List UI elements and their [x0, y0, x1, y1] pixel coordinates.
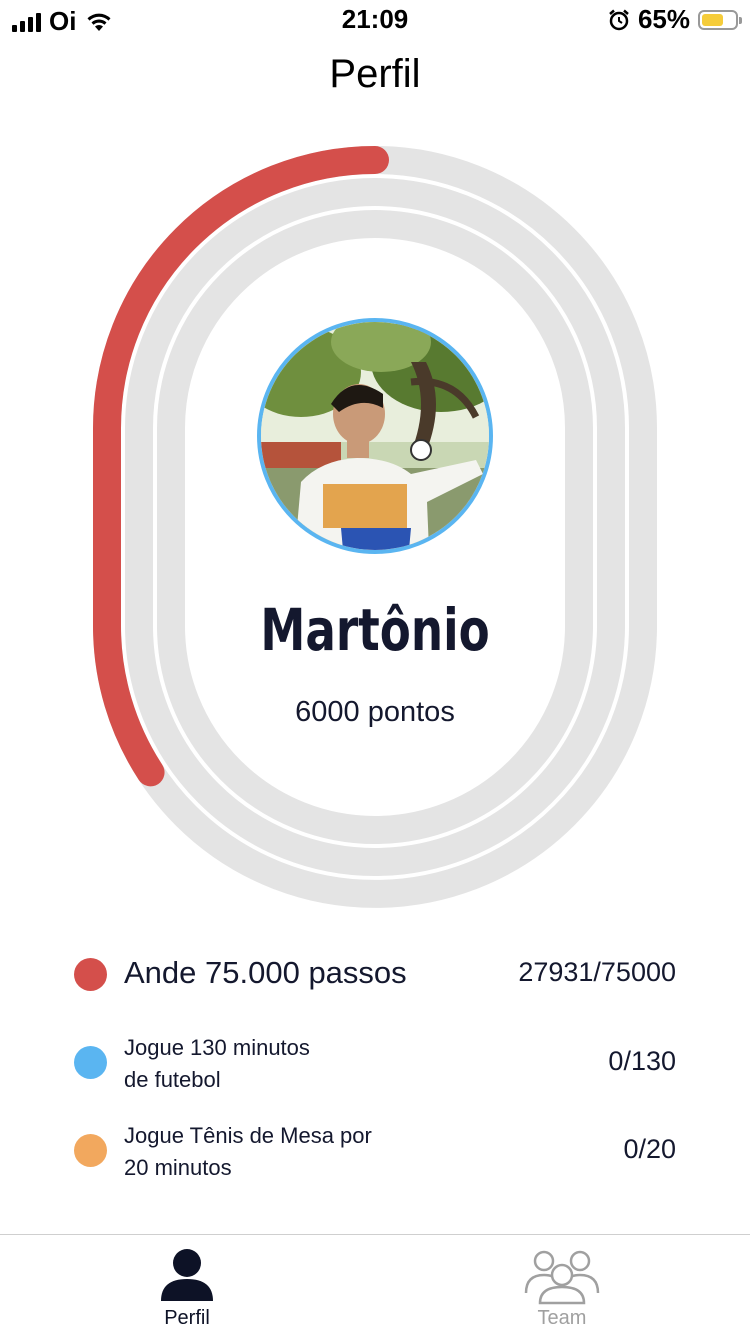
- challenge-label: Ande 75.000 passos: [124, 955, 407, 990]
- team-icon: [524, 1250, 600, 1305]
- challenge-progress: 0/130: [608, 1046, 676, 1076]
- profile-photo: [261, 322, 489, 550]
- person-icon: [161, 1249, 213, 1301]
- tab-perfil[interactable]: Perfil: [87, 1235, 287, 1335]
- tab-label: Perfil: [164, 1307, 210, 1329]
- avatar[interactable]: [257, 318, 493, 554]
- challenge-football[interactable]: Jogue 130 minutos de futebol 0/130: [74, 1032, 676, 1096]
- tab-team[interactable]: Team: [462, 1235, 662, 1335]
- challenge-table-tennis[interactable]: Jogue Tênis de Mesa por 20 minutos 0/20: [74, 1120, 676, 1184]
- tab-label: Team: [537, 1307, 587, 1329]
- challenge-label: Jogue 130 minutos de futebol: [124, 1035, 310, 1092]
- tab-bar: Perfil Team: [0, 1234, 750, 1335]
- challenge-dot-blue: [74, 1046, 107, 1079]
- challenge-steps[interactable]: Ande 75.000 passos 27931/75000: [74, 952, 676, 996]
- challenge-label: Jogue Tênis de Mesa por 20 minutos: [124, 1123, 372, 1180]
- challenge-dot-orange: [74, 1134, 107, 1167]
- challenge-progress: 27931/75000: [518, 957, 676, 987]
- challenge-progress: 0/20: [623, 1134, 676, 1164]
- challenge-dot-red: [74, 958, 107, 991]
- user-name: Martônio: [260, 596, 490, 664]
- user-points: 6000 pontos: [295, 696, 455, 728]
